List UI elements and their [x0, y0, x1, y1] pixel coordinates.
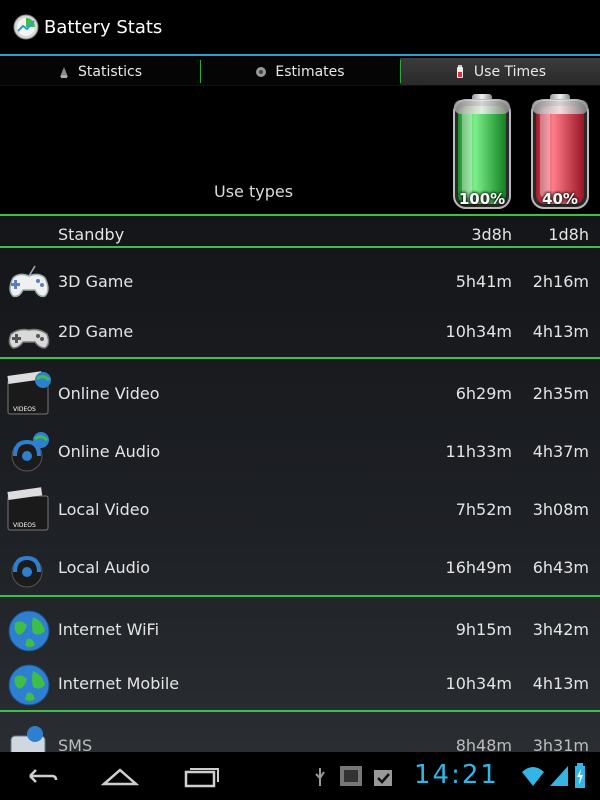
- row-full-value: 6h29m: [455, 384, 512, 403]
- row-label: Standby: [58, 225, 125, 244]
- row-label: Internet WiFi: [58, 620, 160, 639]
- icon-caption: VIDEOS: [13, 522, 36, 529]
- row-current-value: 4h13m: [532, 322, 589, 341]
- app-icon[interactable]: [12, 13, 40, 41]
- divider: [0, 246, 600, 248]
- list-item[interactable]: 3D Game 5h41m 2h16m: [0, 258, 600, 310]
- local-video-icon: VIDEOS: [7, 487, 49, 531]
- globe-icon: [8, 664, 50, 706]
- tab-label: Statistics: [78, 63, 142, 80]
- list-item[interactable]: VIDEOS Online Video 6h29m 2h35m: [0, 366, 600, 424]
- divider: [0, 214, 600, 216]
- row-current-value: 3h31m: [532, 736, 589, 752]
- row-full-value: 3d8h: [471, 225, 512, 244]
- list-item[interactable]: Online Audio 11h33m 4h37m: [0, 424, 600, 482]
- list-item[interactable]: SMS 8h48m 3h31m: [0, 720, 600, 752]
- row-full-value: 10h34m: [445, 322, 512, 341]
- local-audio-icon: [11, 555, 43, 588]
- row-label: SMS: [58, 736, 93, 752]
- row-full-value: 10h34m: [445, 674, 512, 693]
- row-current-value: 3h08m: [532, 500, 589, 519]
- row-current-value: 3h42m: [532, 620, 589, 639]
- battery-full: 100%: [448, 92, 516, 214]
- row-label: Online Video: [58, 384, 160, 403]
- list-item[interactable]: Internet WiFi 9h15m 3h42m: [0, 604, 600, 658]
- wifi-icon: [522, 767, 544, 786]
- status-clock: 14:21: [414, 760, 499, 790]
- row-current-value: 4h37m: [532, 442, 589, 461]
- row-label: 3D Game: [58, 272, 134, 291]
- row-label: Local Video: [58, 500, 150, 519]
- gamepad-icon: [9, 265, 49, 298]
- estimates-icon: [256, 66, 267, 77]
- usb-icon: [315, 768, 325, 786]
- list-item[interactable]: 2D Game 10h34m 4h13m: [0, 310, 600, 360]
- icon-caption: VIDEOS: [13, 406, 36, 413]
- list-item[interactable]: Local Audio 16h49m 6h43m: [0, 540, 600, 596]
- system-bar: 14:21: [0, 752, 600, 800]
- row-full-value: 11h33m: [445, 442, 512, 461]
- row-current-value: 6h43m: [532, 558, 589, 577]
- row-current-value: 1d8h: [548, 225, 589, 244]
- divider: [0, 710, 600, 712]
- charging-battery-icon: [575, 763, 585, 788]
- app-title: Battery Stats: [44, 16, 163, 38]
- battery-current-percent: 40%: [542, 190, 578, 208]
- statistics-icon: [60, 66, 68, 78]
- row-label: Internet Mobile: [58, 674, 180, 693]
- row-current-value: 4h13m: [532, 674, 589, 693]
- recent-apps-icon[interactable]: [182, 766, 220, 788]
- battery-icon: [456, 64, 463, 78]
- tab-use-times[interactable]: Use Times: [400, 58, 600, 85]
- sms-icon: [10, 726, 46, 752]
- tab-label: Estimates: [275, 63, 345, 80]
- battery-current: 40%: [526, 92, 594, 214]
- globe-icon: [8, 610, 50, 652]
- online-audio-icon: [11, 432, 49, 472]
- row-full-value: 9h15m: [455, 620, 512, 639]
- row-current-value: 2h16m: [532, 272, 589, 291]
- tab-estimates[interactable]: Estimates: [200, 58, 400, 85]
- row-full-value: 8h48m: [455, 736, 512, 752]
- divider: [0, 357, 600, 359]
- list-item[interactable]: Internet Mobile 10h34m 4h13m: [0, 658, 600, 710]
- row-label: Local Audio: [58, 558, 151, 577]
- row-current-value: 2h35m: [532, 384, 589, 403]
- list-item[interactable]: VIDEOS Local Video 7h52m 3h08m: [0, 482, 600, 540]
- tab-bar: Statistics Estimates Use Times: [0, 58, 600, 86]
- signal-icon: [550, 766, 568, 786]
- tab-statistics[interactable]: Statistics: [0, 58, 200, 85]
- divider: [0, 595, 600, 597]
- row-label: Online Audio: [58, 442, 161, 461]
- row-full-value: 5h41m: [455, 272, 512, 291]
- row-label: 2D Game: [58, 322, 134, 341]
- action-bar: Battery Stats: [0, 0, 600, 56]
- back-icon[interactable]: [22, 762, 58, 790]
- row-full-value: 7h52m: [455, 500, 512, 519]
- battery-stats-notification-icon: [340, 766, 362, 786]
- online-video-icon: VIDEOS: [7, 371, 51, 415]
- use-types-label: Use types: [214, 182, 294, 201]
- home-icon[interactable]: [100, 764, 140, 788]
- battery-full-percent: 100%: [458, 190, 506, 208]
- gamepad-icon: [8, 328, 50, 349]
- use-times-header: Use types 100% 40%: [0, 86, 600, 214]
- row-full-value: 16h49m: [445, 558, 512, 577]
- use-times-list[interactable]: Standby 3d8h 1d8h 3D Game 5h41m 2h16m 2D…: [0, 214, 600, 752]
- download-done-icon: [374, 770, 392, 786]
- tab-label: Use Times: [473, 63, 547, 80]
